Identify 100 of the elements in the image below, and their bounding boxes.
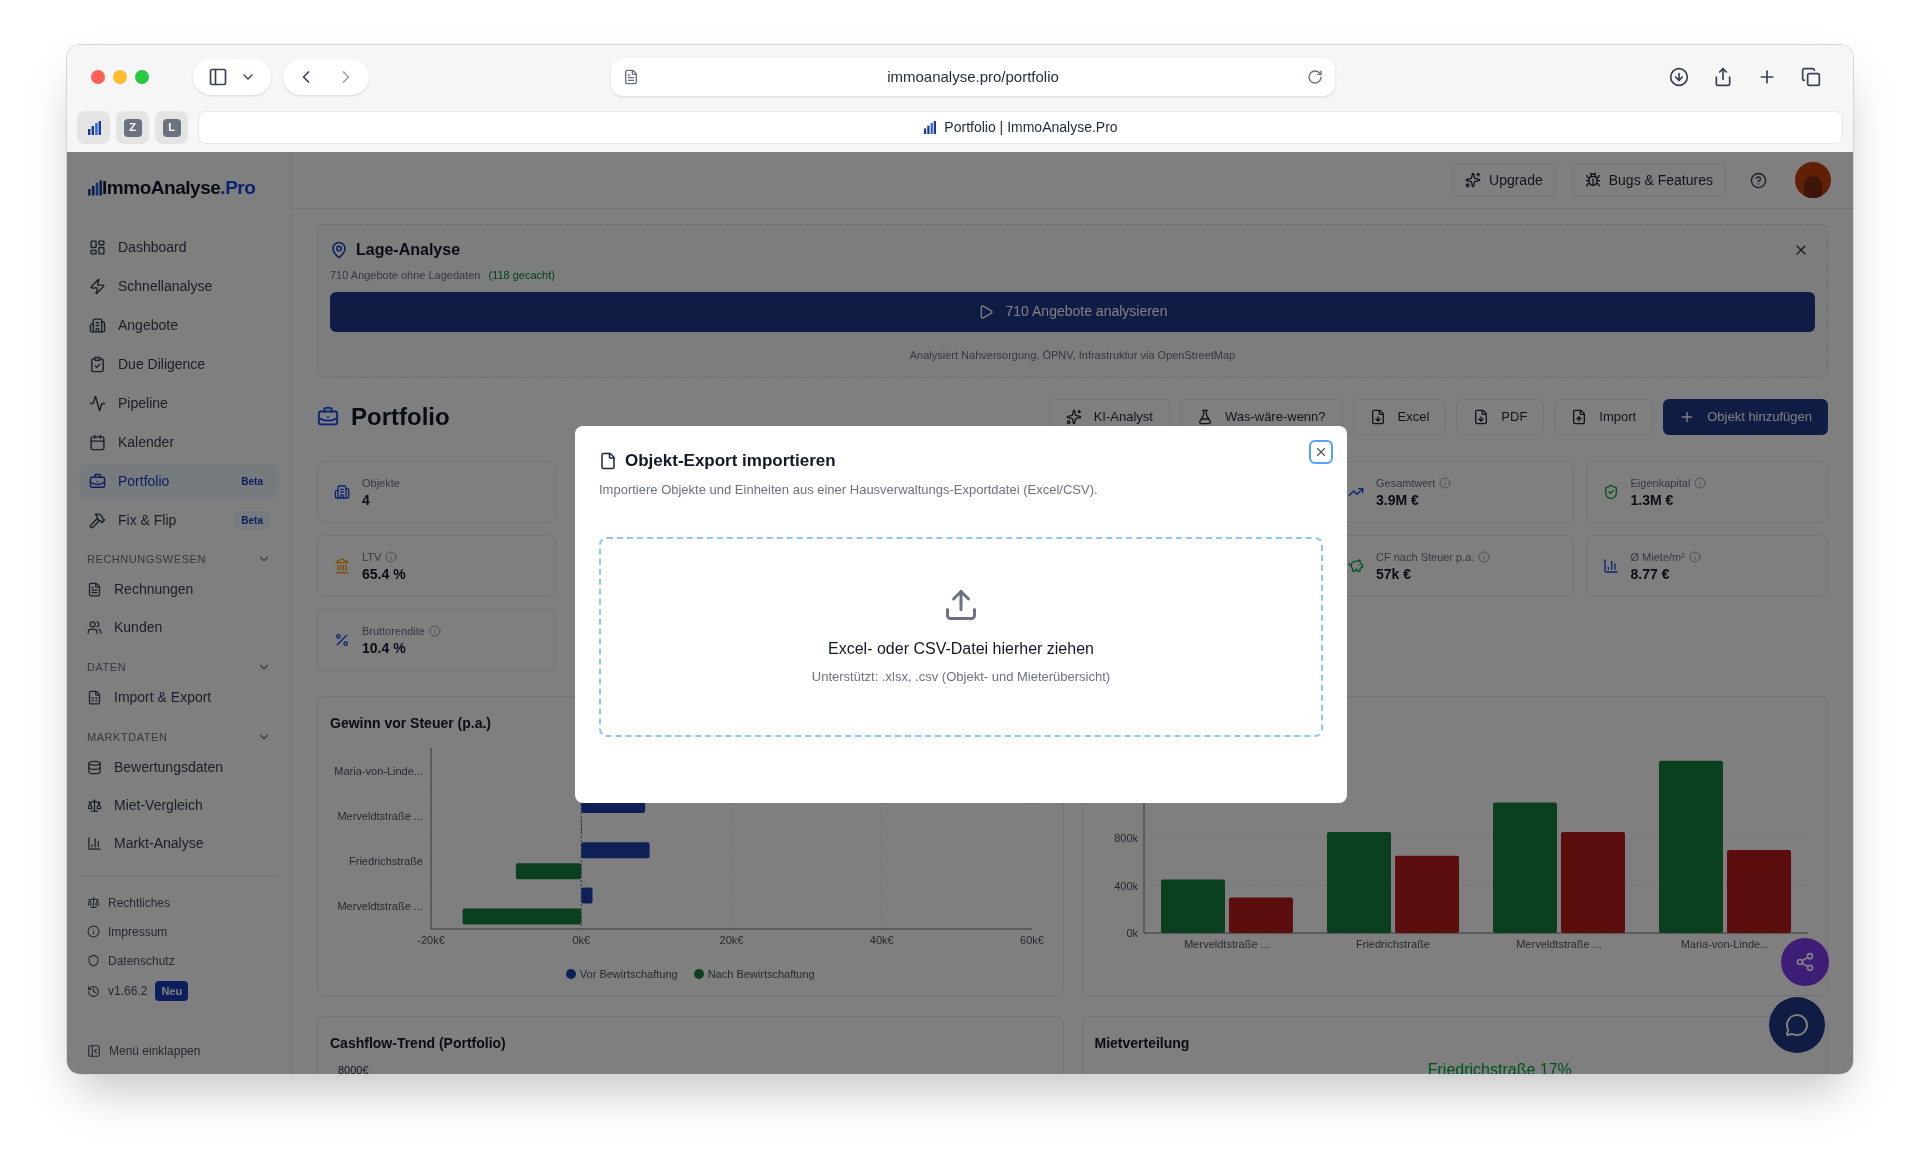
tick-label: 0k€ (572, 934, 591, 946)
sidebar-item[interactable]: Markt-Analyse (79, 824, 279, 862)
page-icon (623, 69, 639, 85)
help-icon[interactable] (1750, 171, 1767, 189)
percent-icon (334, 632, 350, 648)
database-icon (87, 759, 102, 775)
avatar[interactable] (1795, 162, 1831, 198)
header-button[interactable]: Upgrade (1452, 163, 1556, 197)
reload-icon[interactable] (1307, 69, 1323, 85)
category-label: Maria-von-Linde... (334, 764, 423, 777)
sidebar-item[interactable]: Import & Export (79, 678, 279, 716)
pinned-tab[interactable]: L (155, 111, 188, 144)
stat-label: Objekte (362, 476, 400, 491)
sidebar-item[interactable]: Miet-Vergleich (79, 786, 279, 824)
section-header[interactable]: RECHNUNGSWESEN (79, 548, 279, 570)
stat-value: 10.4 % (362, 639, 407, 657)
tick-label: 20k€ (719, 934, 744, 946)
sidebar-item[interactable]: Kunden (79, 608, 279, 646)
stat-value: 57k € (1376, 565, 1413, 583)
category-label: Maria-von-Linde... (1680, 938, 1769, 950)
sidebar-item[interactable]: Kalender (79, 425, 279, 460)
footer-link[interactable]: Impressum (87, 922, 271, 941)
scale-icon (87, 896, 100, 909)
address-bar[interactable]: immoanalyse.pro/portfolio (611, 58, 1335, 96)
stat-value: 3.9M € (1376, 491, 1420, 509)
url-text: immoanalyse.pro/portfolio (886, 66, 1060, 87)
pinned-tab[interactable]: Z (116, 111, 149, 144)
dropzone-title: Excel- oder CSV-Datei hierher ziehen (828, 639, 1094, 660)
sidebar-icon (208, 67, 228, 87)
page-title: Portfolio (351, 402, 450, 432)
category-label: Merveldtstraße ... (1515, 938, 1602, 950)
pinned-tab[interactable] (77, 111, 110, 144)
bar (581, 842, 650, 859)
bank-icon (334, 558, 350, 574)
analyze-button[interactable]: 710 Angebote analysieren (330, 291, 1815, 332)
file-dropzone[interactable]: Excel- oder CSV-Datei hierher ziehen Unterstützt: .xlsx, .csv (Objekt- und Mieterübersicht) (599, 537, 1323, 737)
shield-icon (87, 954, 100, 967)
tick-label: 0k (1125, 927, 1138, 939)
dropzone-hint: Unterstützt: .xlsx, .csv (Objekt- und Mieterübersicht) (811, 668, 1111, 687)
close-window-button[interactable] (91, 70, 105, 84)
close-button[interactable] (1309, 440, 1333, 464)
stat-label: Ø Miete/m² (1630, 550, 1685, 565)
section-header[interactable]: DATEN (79, 656, 279, 678)
action-button[interactable]: Import (1554, 399, 1654, 435)
category-label: Merveldtstraße ... (1183, 938, 1270, 950)
bar-chart-icon (87, 835, 102, 851)
sparkle-icon (1065, 409, 1082, 425)
browser-tab[interactable]: Portfolio | ImmoAnalyse.Pro (198, 111, 1843, 144)
header-button[interactable]: Bugs & Features (1571, 163, 1726, 197)
chat-icon (1785, 1013, 1809, 1037)
chat-button[interactable] (1769, 997, 1825, 1053)
chart-title: Cashflow-Trend (Portfolio) (330, 1034, 506, 1053)
logo-icon (87, 180, 102, 196)
tick-label: 40k€ (869, 934, 894, 946)
bar-chart-icon (923, 121, 937, 134)
sidebar-item[interactable]: Portfolio Beta (79, 464, 279, 499)
stat-value: 8.77 € (1630, 565, 1671, 583)
file-icon (1473, 409, 1490, 425)
spreadsheet-icon (87, 689, 102, 705)
footer-link[interactable]: Rechtliches (87, 893, 271, 912)
info-icon (87, 925, 100, 938)
sidebar-item[interactable]: Due Diligence (79, 347, 279, 382)
panel-icon (87, 1044, 101, 1058)
briefcase-icon (317, 406, 339, 428)
sidebar-toggle-button[interactable] (193, 59, 271, 95)
download-icon[interactable] (1669, 67, 1689, 87)
legend-label: Vor Bewirtschaftung (579, 967, 678, 982)
bar (515, 863, 582, 880)
section-header[interactable]: MARKTDATEN (79, 726, 279, 748)
users-icon (87, 619, 102, 635)
footer-link[interactable]: Datenschutz (87, 951, 271, 970)
tabs-overview-icon[interactable] (1801, 67, 1821, 87)
collapse-menu-button[interactable]: Menü einklappen (79, 1042, 279, 1060)
sidebar-item[interactable]: Pipeline (79, 386, 279, 421)
stat-value: 65.4 % (362, 565, 406, 583)
action-button[interactable]: Objekt hinzufügen (1663, 399, 1828, 435)
sidebar-item[interactable]: Bewertungsdaten (79, 748, 279, 786)
status-text: 710 Angebote ohne Lagedaten (330, 268, 481, 283)
flask-icon (1196, 409, 1213, 425)
share-icon (1795, 952, 1815, 972)
sidebar-item[interactable]: Schnellanalyse (79, 269, 279, 304)
bar (1228, 897, 1293, 933)
history-icon (87, 984, 100, 998)
sparkle-icon (1465, 172, 1481, 188)
sidebar-item[interactable]: Angebote (79, 308, 279, 343)
sidebar-item[interactable]: Rechnungen (79, 570, 279, 608)
file-icon (1571, 409, 1588, 425)
stat-label: CF nach Steuer p.a. (1376, 550, 1475, 565)
tick-label: 800k (1113, 832, 1138, 844)
action-button[interactable]: Excel (1352, 399, 1447, 435)
action-button[interactable]: PDF (1456, 399, 1545, 435)
category-label: Merveldtstraße ... (337, 809, 423, 822)
piggy-bank-icon (1348, 558, 1364, 574)
calendar-icon (89, 434, 106, 451)
file-icon (1369, 409, 1386, 425)
bar (581, 887, 593, 904)
sidebar-item[interactable]: Dashboard (79, 230, 279, 265)
sidebar-item[interactable]: Fix & Flip Beta (79, 503, 279, 538)
share-icon[interactable] (1713, 67, 1733, 87)
tick-label: 60k€ (1020, 934, 1044, 946)
